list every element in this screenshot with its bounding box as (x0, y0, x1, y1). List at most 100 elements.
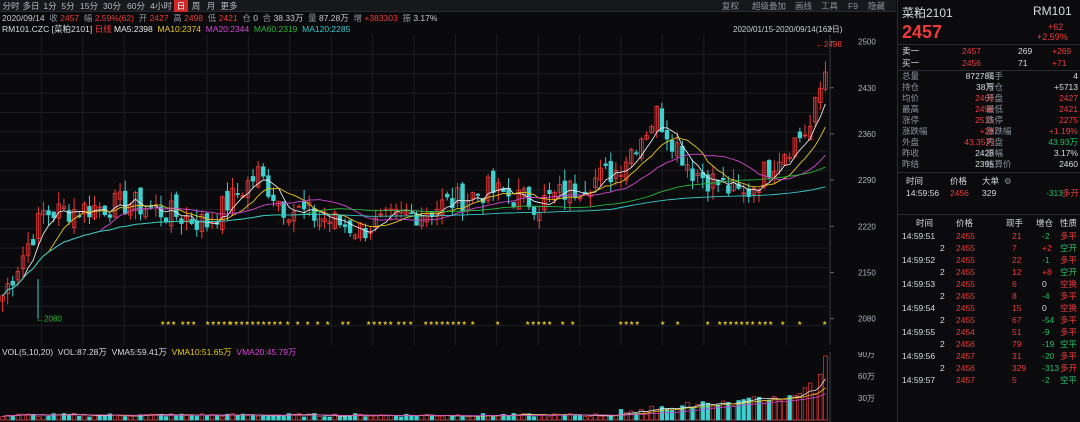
tick-cell: 多平 (1060, 351, 1078, 361)
candle-body (603, 163, 608, 166)
tick-cell: 多开 (1060, 363, 1078, 373)
stat-cell: 2275 (1059, 115, 1078, 125)
low-label: ←2080 (36, 315, 62, 324)
orderbook-cell: +269 (1052, 46, 1072, 56)
stat-cell: 增仓 (986, 82, 1004, 92)
tick-row: 2 2455 7 +2 空开 (902, 243, 1078, 254)
volume-bar (276, 415, 281, 421)
header-cell: 时间 (906, 176, 924, 186)
candle-body (547, 190, 552, 194)
candle-body (460, 183, 465, 212)
volume-bar (353, 413, 358, 421)
volume-chart[interactable]: 90万 60万 30万 (0, 352, 896, 422)
tick-cell: 21 (1012, 231, 1022, 241)
stat-cell: 持仓 (902, 82, 920, 92)
candle-body (51, 211, 56, 219)
orderbook-cell: 卖一 (902, 46, 920, 56)
tick-row: 2 2455 67 -54 多平 (902, 315, 1078, 326)
volume-bar (301, 416, 307, 421)
volume-bar (368, 415, 373, 421)
tick-cell: 5 (1012, 375, 1017, 385)
tick-cell: 2457 (956, 351, 975, 361)
tick-cell: -1 (1042, 255, 1050, 265)
toolbar-5[interactable]: 隐藏 (868, 0, 885, 12)
volume-bar (393, 415, 399, 421)
star-marker: ★ (295, 320, 300, 327)
period-tab-0[interactable]: 分时 (2, 0, 20, 12)
period-tab-8[interactable]: 日 (174, 0, 188, 12)
candle-body (726, 185, 731, 194)
stat-cell: 4 (1073, 71, 1078, 81)
stat-cell: 昨结 (902, 159, 920, 169)
settings-icon[interactable]: ⚙ (1004, 176, 1012, 187)
candle-body (225, 190, 230, 211)
tick-cell: 空开 (1060, 267, 1078, 277)
candle-body (721, 177, 726, 181)
volume-bar (388, 414, 394, 421)
volume-bar (434, 415, 440, 421)
candle-body (347, 220, 353, 234)
period-tab-2[interactable]: 1分 (42, 0, 58, 12)
tick-cell: 2454 (956, 327, 975, 337)
volume-bar (669, 409, 675, 421)
candle-body (46, 210, 51, 216)
period-tab-6[interactable]: 60分 (124, 0, 148, 12)
volume-bar (475, 415, 481, 421)
stat-cell: 现手 (986, 71, 1004, 81)
period-tab-10[interactable]: 月 (204, 0, 218, 12)
volume-bar (373, 415, 378, 421)
volume-bar (261, 415, 266, 421)
range-expand-icon[interactable]: » (828, 24, 832, 33)
period-tab-7[interactable]: 4小时 (149, 0, 173, 12)
star-marker: ★ (705, 320, 710, 327)
y-tick: 2150 (858, 268, 876, 277)
volume-bar (726, 402, 731, 421)
period-tab-5[interactable]: 30分 (101, 0, 123, 12)
tick-cell: 14:59:54 (902, 303, 936, 313)
tick-cell: 14:59:53 (902, 279, 936, 289)
volume-bar (787, 395, 792, 421)
toolbar-3[interactable]: 工具 (821, 0, 838, 12)
stat-row: 均价 2460 开盘 2427 (902, 93, 1078, 104)
tick-header: 时间 价格 现手 增仓 性质 (902, 218, 1078, 229)
vol-tick: 60万 (858, 372, 875, 381)
period-toolbar: 分时 多日 1分 5分 15分 30分 60分 4小时日周月更多 复权 超级叠加 画线 工具 F9 隐藏 (0, 0, 896, 12)
header-cell: 价格 (950, 176, 968, 186)
candlestick-chart[interactable]: 2500243023602290222021502080←2498←2080★ ★… (0, 35, 896, 345)
orderbook-row: 买一 2456 71 +71 (902, 58, 1078, 69)
candle-body (266, 175, 271, 197)
stat-cell: 涨跌幅 (902, 126, 928, 136)
volume-bar (87, 416, 92, 421)
tick-cell: 14:59:51 (902, 231, 936, 241)
header-cell: 时间 (916, 218, 934, 228)
volume-bar (414, 415, 419, 421)
star-marker: ★ (171, 320, 176, 327)
period-tab-1[interactable]: 多日 (21, 0, 41, 12)
volume-bar (506, 415, 511, 421)
period-tab-9[interactable]: 周 (189, 0, 203, 12)
stat-cell: 2427 (1059, 93, 1078, 103)
volume-bar (782, 398, 787, 421)
candle-body (797, 131, 803, 139)
volume-bar (46, 415, 51, 421)
tick-row: 14:59:51 2455 21 -2 多平 (902, 231, 1078, 242)
tick-row: 14:59:52 2455 22 -1 多平 (902, 255, 1078, 266)
toolbar-1[interactable]: 超级叠加 (752, 0, 786, 12)
toolbar-4[interactable]: F9 (848, 0, 858, 12)
candle-body (235, 193, 240, 195)
candle-body (562, 180, 567, 200)
period-tab-3[interactable]: 5分 (59, 0, 77, 12)
period-tab-11[interactable]: 更多 (219, 0, 239, 12)
y-tick: 2360 (858, 130, 876, 139)
tick-cell: 多平 (1060, 315, 1078, 325)
orderbook-cell: 2457 (962, 46, 981, 56)
star-marker: ★ (547, 320, 552, 327)
tick-cell: 2455 (956, 303, 975, 313)
tick-cell: 67 (1012, 315, 1022, 325)
period-tab-4[interactable]: 15分 (78, 0, 100, 12)
volume-bar (802, 387, 808, 421)
toolbar-2[interactable]: 画线 (795, 0, 812, 12)
candle-body (301, 201, 307, 210)
ma-legend: RM101.CZC [菜粕2101] 日线 MA5:2398 MA10:2374… (2, 24, 351, 34)
toolbar-0[interactable]: 复权 (722, 0, 739, 12)
